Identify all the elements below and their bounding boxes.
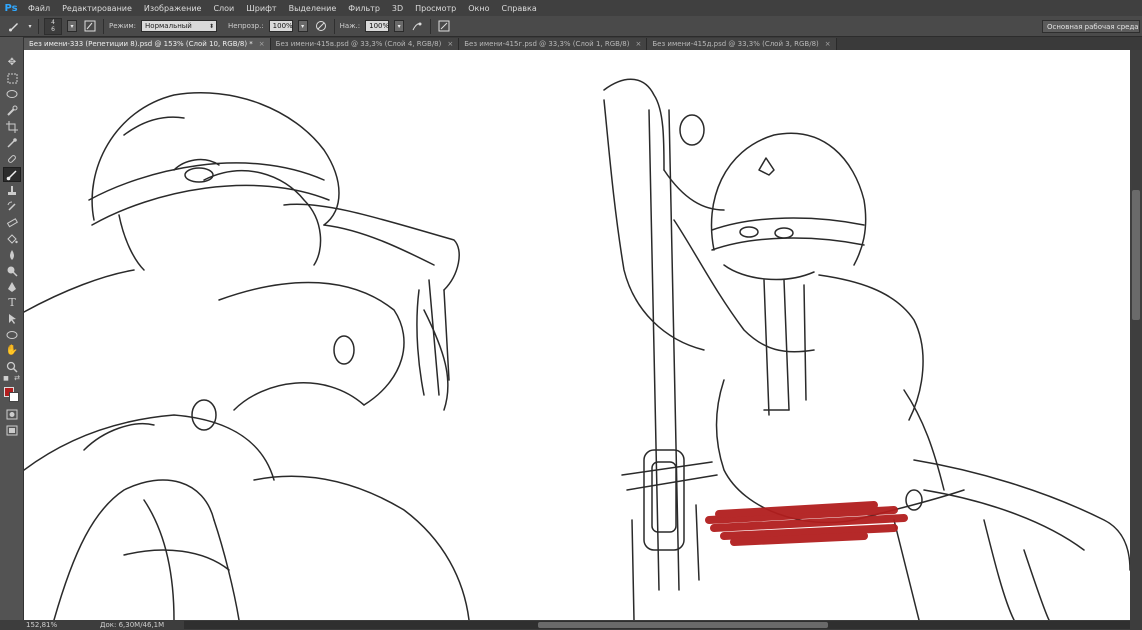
shape-icon[interactable] bbox=[3, 327, 21, 342]
brush-size-bottom: 6 bbox=[51, 26, 55, 33]
separator bbox=[38, 18, 39, 34]
lasso-icon[interactable] bbox=[3, 87, 21, 102]
tab-document-4[interactable]: Без имени-415д.psd @ 33,3% (Слой 3, RGB/… bbox=[647, 38, 837, 50]
menu-window[interactable]: Окно bbox=[462, 4, 495, 13]
tab-label: Без имени-333 (Репетиции 8).psd @ 153% (… bbox=[29, 40, 253, 48]
document-size: Док: 6,30M/46,1M bbox=[100, 621, 165, 629]
menu-image[interactable]: Изображение bbox=[138, 4, 208, 13]
quick-select-icon[interactable] bbox=[3, 103, 21, 118]
background-color-swatch[interactable] bbox=[9, 392, 19, 402]
opacity-label: Непрозр.: bbox=[228, 22, 264, 30]
chevron-down-icon: ⬍ bbox=[209, 22, 215, 30]
separator bbox=[333, 18, 335, 34]
brush-panel-icon[interactable] bbox=[82, 18, 98, 34]
menu-type[interactable]: Шрифт bbox=[240, 4, 282, 13]
document-canvas[interactable] bbox=[24, 50, 1130, 620]
paint-bucket-icon[interactable] bbox=[3, 231, 21, 246]
airbrush-icon[interactable] bbox=[409, 18, 425, 34]
options-bar: ▾ 4 6 ▾ Режим: Нормальный ⬍ Непрозр.: 10… bbox=[0, 16, 1142, 37]
menu-bar: Ps Файл Редактирование Изображение Слои … bbox=[0, 0, 1142, 16]
blend-mode-select[interactable]: Нормальный ⬍ bbox=[141, 20, 218, 32]
tools-panel: ✥ T ✋ ■ ⇄ bbox=[0, 37, 24, 620]
mode-label: Режим: bbox=[109, 22, 137, 30]
menu-edit[interactable]: Редактирование bbox=[56, 4, 138, 13]
pressure-opacity-icon[interactable] bbox=[313, 18, 329, 34]
zoom-level[interactable]: 152,81% bbox=[0, 621, 70, 629]
menu-layers[interactable]: Слои bbox=[207, 4, 240, 13]
brush-size-top: 4 bbox=[51, 19, 55, 26]
brush-preset-icon[interactable] bbox=[6, 18, 22, 34]
menu-select[interactable]: Выделение bbox=[283, 4, 343, 13]
document-tabs: Без имени-333 (Репетиции 8).psd @ 153% (… bbox=[24, 37, 1142, 50]
tab-document-2[interactable]: Без имени-415в.psd @ 33,3% (Слой 4, RGB/… bbox=[270, 38, 460, 50]
tab-document-3[interactable]: Без имени-415г.psd @ 33,3% (Слой 1, RGB/… bbox=[459, 38, 648, 50]
line-art-illustration bbox=[24, 78, 1130, 620]
close-icon[interactable]: × bbox=[447, 40, 453, 48]
move-icon[interactable]: ✥ bbox=[3, 55, 21, 70]
eraser-icon[interactable] bbox=[3, 215, 21, 230]
photoshop-logo: Ps bbox=[4, 2, 18, 14]
brush-size-picker[interactable]: 4 6 bbox=[44, 17, 62, 35]
close-icon[interactable]: × bbox=[259, 40, 265, 48]
path-select-icon[interactable] bbox=[3, 311, 21, 326]
scrollbar-thumb[interactable] bbox=[1132, 190, 1140, 320]
healing-icon[interactable] bbox=[3, 151, 21, 166]
chevron-down-icon[interactable]: ▾ bbox=[27, 18, 33, 34]
menu-view[interactable]: Просмотр bbox=[409, 4, 462, 13]
pen-icon[interactable] bbox=[3, 279, 21, 294]
separator bbox=[430, 18, 432, 34]
separator bbox=[103, 18, 104, 34]
type-icon[interactable]: T bbox=[3, 295, 21, 310]
default-colors-icon[interactable]: ■ bbox=[1, 373, 11, 383]
hand-icon[interactable]: ✋ bbox=[3, 343, 21, 358]
crop-icon[interactable] bbox=[3, 119, 21, 134]
blend-mode-value: Нормальный bbox=[145, 22, 192, 30]
chevron-down-icon[interactable]: ▾ bbox=[67, 20, 77, 32]
swap-colors-icon[interactable]: ⇄ bbox=[12, 373, 22, 383]
menu-file[interactable]: Файл bbox=[22, 4, 56, 13]
brush-icon[interactable] bbox=[3, 167, 21, 182]
stamp-icon[interactable] bbox=[3, 183, 21, 198]
tab-label: Без имени-415в.psd @ 33,3% (Слой 4, RGB/… bbox=[275, 40, 442, 48]
menu-3d[interactable]: 3D bbox=[386, 4, 409, 13]
close-icon[interactable]: × bbox=[636, 40, 642, 48]
pressure-size-icon[interactable] bbox=[436, 18, 452, 34]
zoom-icon[interactable] bbox=[3, 359, 21, 374]
close-icon[interactable]: × bbox=[825, 40, 831, 48]
scrollbar-thumb[interactable] bbox=[538, 622, 828, 628]
history-brush-icon[interactable] bbox=[3, 199, 21, 214]
blur-icon[interactable] bbox=[3, 247, 21, 262]
tab-label: Без имени-415г.psd @ 33,3% (Слой 1, RGB/… bbox=[464, 40, 630, 48]
horizontal-scrollbar[interactable] bbox=[184, 621, 1130, 629]
workspace-select[interactable]: Основная рабочая среда bbox=[1042, 20, 1140, 33]
menu-filter[interactable]: Фильтр bbox=[342, 4, 386, 13]
marquee-icon[interactable] bbox=[3, 71, 21, 86]
menu-help[interactable]: Справка bbox=[495, 4, 542, 13]
eyedropper-icon[interactable] bbox=[3, 135, 21, 150]
opacity-field[interactable]: 100% bbox=[268, 20, 293, 32]
tab-label: Без имени-415д.psd @ 33,3% (Слой 3, RGB/… bbox=[652, 40, 819, 48]
vertical-scrollbar[interactable] bbox=[1130, 50, 1142, 620]
dodge-icon[interactable] bbox=[3, 263, 21, 278]
chevron-down-icon[interactable]: ▾ bbox=[297, 20, 308, 32]
chevron-down-icon[interactable]: ▾ bbox=[394, 20, 405, 32]
tab-document-1[interactable]: Без имени-333 (Репетиции 8).psd @ 153% (… bbox=[24, 38, 271, 50]
pressure-field[interactable]: 100% bbox=[365, 20, 389, 32]
screen-mode-icon[interactable] bbox=[3, 423, 21, 438]
status-bar: 152,81% Док: 6,30M/46,1M bbox=[0, 620, 1142, 630]
quick-mask-icon[interactable] bbox=[3, 407, 21, 422]
pressure-label: Наж.: bbox=[339, 22, 361, 30]
